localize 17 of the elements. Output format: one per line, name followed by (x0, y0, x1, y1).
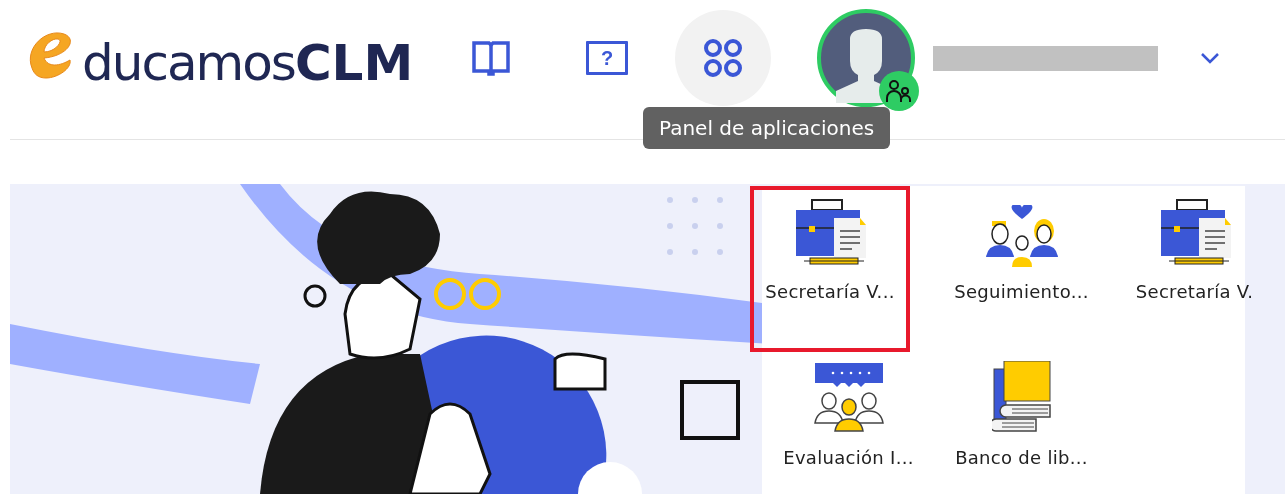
app-tile[interactable]: Banco de lib... (935, 352, 1108, 494)
logo-wordmark: ducamosCLM (82, 37, 414, 88)
family-icon (985, 205, 1058, 267)
people-icon (886, 78, 913, 103)
help-button[interactable]: ? (559, 9, 656, 106)
help-icon: ? (586, 40, 629, 75)
apps-icon (703, 37, 744, 78)
briefcase-document-icon (1158, 199, 1231, 267)
meeting-icon (812, 363, 885, 433)
app-tile[interactable]: Seguimiento... (935, 186, 1108, 352)
app-tile[interactable]: Evaluación I... (762, 352, 935, 494)
briefcase-document-icon (794, 199, 866, 267)
books-icon (991, 361, 1052, 433)
tooltip: Panel de aplicaciones (643, 107, 891, 149)
chevron-down-icon[interactable] (1200, 51, 1221, 64)
app-tile[interactable]: Secretaría V. (1108, 186, 1281, 352)
app-tile[interactable]: Secretaría V... (750, 186, 910, 352)
